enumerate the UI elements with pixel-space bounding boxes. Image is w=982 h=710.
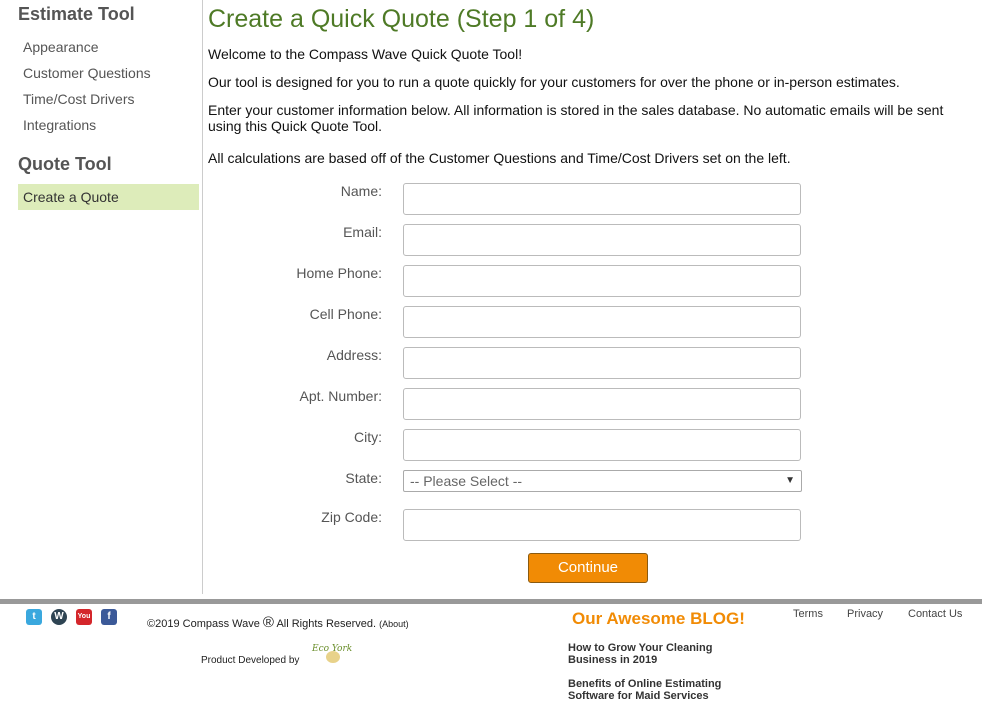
sidebar-heading-quote-tool: Quote Tool <box>18 154 112 174</box>
sidebar-estimate-list: Appearance Customer Questions Time/Cost … <box>0 38 200 142</box>
form-row-state: State: -- Please Select -- ▼ <box>208 470 968 506</box>
twitter-icon[interactable]: t <box>26 609 42 625</box>
cell-phone-label: Cell Phone: <box>309 306 382 322</box>
footer-divider <box>0 599 982 604</box>
about-link[interactable]: (About) <box>379 619 409 629</box>
sidebar: Estimate Tool Appearance Customer Questi… <box>0 0 203 594</box>
form-row-email: Email: <box>208 224 968 260</box>
zip-code-input[interactable] <box>403 509 801 541</box>
youtube-icon[interactable]: You <box>76 609 92 625</box>
sidebar-quote-list: Create a Quote <box>0 184 200 210</box>
state-select[interactable]: -- Please Select -- ▼ <box>403 470 802 492</box>
address-label: Address: <box>326 347 382 363</box>
form-row-apt-number: Apt. Number: <box>208 388 968 424</box>
blog-post-link-2[interactable]: Benefits of Online Estimating Software f… <box>568 678 738 702</box>
intro-calculations: All calculations are based off of the Cu… <box>208 150 791 166</box>
form-row-home-phone: Home Phone: <box>208 265 968 301</box>
registered-mark: ® <box>262 614 274 631</box>
city-input[interactable] <box>403 429 801 461</box>
form-row-name: Name: <box>208 183 968 219</box>
social-links: t W You f <box>26 609 117 625</box>
name-input[interactable] <box>403 183 801 215</box>
name-label: Name: <box>340 183 382 199</box>
home-phone-input[interactable] <box>403 265 801 297</box>
sidebar-item-time-cost-drivers[interactable]: Time/Cost Drivers <box>0 90 200 116</box>
form-row-city: City: <box>208 429 968 465</box>
zip-code-label: Zip Code: <box>321 509 382 525</box>
home-phone-label: Home Phone: <box>296 265 382 281</box>
page-title: Create a Quick Quote (Step 1 of 4) <box>208 5 595 33</box>
wordpress-icon[interactable]: W <box>51 609 67 625</box>
blog-title: Our Awesome BLOG! <box>572 609 745 628</box>
apt-number-label: Apt. Number: <box>299 388 382 404</box>
email-label: Email: <box>343 224 382 240</box>
terms-link[interactable]: Terms <box>793 608 823 620</box>
copyright-text: ©2019 Compass Wave <box>147 618 260 630</box>
address-input[interactable] <box>403 347 801 379</box>
form-row-address: Address: <box>208 347 968 383</box>
intro-instructions: Enter your customer information below. A… <box>208 102 944 134</box>
copyright: ©2019 Compass Wave ® All Rights Reserved… <box>147 614 409 631</box>
continue-button[interactable]: Continue <box>528 553 648 583</box>
state-selected-value: -- Please Select -- <box>410 473 523 489</box>
blog-post-link-1[interactable]: How to Grow Your Cleaning Business in 20… <box>568 642 738 666</box>
form-row-cell-phone: Cell Phone: <box>208 306 968 342</box>
developed-by-text: Product Developed by <box>201 655 300 666</box>
eco-york-logo[interactable]: Eco York <box>312 638 358 668</box>
intro-welcome: Welcome to the Compass Wave Quick Quote … <box>208 46 523 62</box>
intro-description: Our tool is designed for you to run a qu… <box>208 74 900 90</box>
state-label: State: <box>345 470 382 486</box>
sidebar-heading-estimate-tool: Estimate Tool <box>18 4 135 24</box>
contact-us-link[interactable]: Contact Us <box>908 608 962 620</box>
sidebar-item-appearance[interactable]: Appearance <box>0 38 200 64</box>
chevron-down-icon: ▼ <box>785 475 795 486</box>
rights-text: All Rights Reserved. <box>276 618 377 630</box>
form-row-zip-code: Zip Code: <box>208 509 968 545</box>
email-input[interactable] <box>403 224 801 256</box>
cell-phone-input[interactable] <box>403 306 801 338</box>
sidebar-item-integrations[interactable]: Integrations <box>0 116 200 142</box>
facebook-icon[interactable]: f <box>101 609 117 625</box>
eco-york-logo-mark <box>326 651 340 663</box>
sidebar-item-create-a-quote[interactable]: Create a Quote <box>18 184 199 210</box>
sidebar-item-customer-questions[interactable]: Customer Questions <box>0 64 200 90</box>
apt-number-input[interactable] <box>403 388 801 420</box>
privacy-link[interactable]: Privacy <box>847 608 883 620</box>
city-label: City: <box>354 429 382 445</box>
